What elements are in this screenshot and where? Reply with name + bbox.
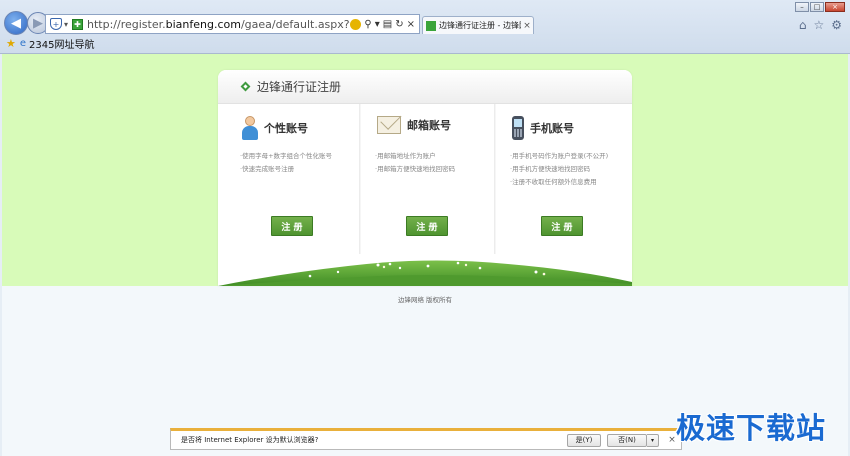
- address-url[interactable]: http://register.bianfeng.com/gaea/defaul…: [87, 18, 350, 31]
- chevron-down-icon[interactable]: ▾: [64, 20, 68, 29]
- page-viewport: 边锋通行证注册 个性账号 ·使用字母+数字组合个性化账号 ·快速完成账号注册 注…: [2, 54, 848, 456]
- window-controls: – □ ×: [795, 2, 845, 12]
- page-compat-icon[interactable]: ▤: [383, 19, 392, 30]
- tab-close-icon[interactable]: ×: [521, 21, 533, 31]
- chevron-down-icon[interactable]: ▾: [375, 19, 380, 30]
- option-description: ·用邮箱地址作为账户 ·用邮箱方便快速地找回密码: [375, 152, 456, 173]
- account-option-email: 邮箱账号 ·用邮箱地址作为账户 ·用邮箱方便快速地找回密码 注 册: [359, 104, 493, 254]
- address-bar[interactable]: + ▾ ✚ http://register.bianfeng.com/gaea/…: [45, 14, 420, 34]
- favorites-star-icon[interactable]: ☆: [813, 18, 824, 32]
- account-option-personal: 个性账号 ·使用字母+数字组合个性化账号 ·快速完成账号注册 注 册: [224, 104, 358, 254]
- mail-icon: [377, 116, 401, 134]
- panel-header: 边锋通行证注册: [218, 70, 632, 104]
- favorites-star-icon[interactable]: ★: [6, 37, 16, 50]
- minimize-button[interactable]: –: [795, 2, 809, 12]
- close-window-button[interactable]: ×: [825, 2, 845, 12]
- no-button[interactable]: 否(N): [607, 433, 647, 447]
- no-options-dropdown[interactable]: ▾: [647, 433, 659, 447]
- favorites-bar: ★ e 2345网址导航: [0, 35, 850, 52]
- ie-page-icon: e: [19, 38, 27, 49]
- browser-tab[interactable]: 边锋通行证注册 - 边锋网络 ×: [422, 16, 534, 34]
- option-description: ·用手机号码作为账户登录(不公开) ·用手机方便快速地找回密码 ·注册不收取任何…: [510, 152, 609, 186]
- option-title: 邮箱账号: [407, 119, 451, 132]
- browser-chrome: ◀ ▶ + ▾ ✚ http://register.bianfeng.com/g…: [0, 0, 850, 54]
- address-tools: ⚲ ▾ ▤ ↻ ×: [350, 18, 419, 30]
- tab-title: 边锋通行证注册 - 边锋网络: [439, 21, 521, 30]
- gear-icon[interactable]: ⚙: [831, 18, 842, 32]
- account-option-phone: 手机账号 ·用手机号码作为账户登录(不公开) ·用手机方便快速地找回密码 ·注册…: [494, 104, 628, 254]
- refresh-icon[interactable]: ↻: [395, 19, 403, 30]
- diamond-logo-icon: [240, 81, 251, 92]
- register-panel: 边锋通行证注册 个性账号 ·使用字母+数字组合个性化账号 ·快速完成账号注册 注…: [218, 70, 632, 286]
- person-icon: [242, 116, 258, 140]
- security-shield-icon[interactable]: +: [50, 18, 62, 30]
- register-personal-button[interactable]: 注 册: [271, 216, 313, 236]
- maximize-button[interactable]: □: [810, 2, 824, 12]
- phone-icon: [512, 116, 524, 140]
- toolbar-right-icons: ⌂ ☆ ⚙: [799, 18, 842, 32]
- tab-favicon-icon: [426, 20, 436, 31]
- arrow-right-icon: ▶: [33, 15, 43, 31]
- arrow-left-icon: ◀: [11, 15, 21, 31]
- yes-button[interactable]: 是(Y): [567, 433, 601, 447]
- option-title: 手机账号: [530, 122, 574, 135]
- home-icon[interactable]: ⌂: [799, 18, 807, 32]
- option-title: 个性账号: [264, 122, 308, 135]
- favorites-item-2345[interactable]: 2345网址导航: [29, 36, 94, 51]
- register-phone-button[interactable]: 注 册: [541, 216, 583, 236]
- default-browser-notification: 是否将 Internet Explorer 设为默认浏览器? 是(Y) 否(N)…: [170, 428, 682, 450]
- grass-hill-decoration: [218, 260, 632, 286]
- notification-text: 是否将 Internet Explorer 设为默认浏览器?: [181, 436, 319, 444]
- compat-view-icon[interactable]: [350, 18, 362, 30]
- site-favicon-icon: ✚: [72, 18, 84, 30]
- window-border-left: [0, 54, 2, 456]
- watermark-logo: 极速下载站: [676, 411, 827, 445]
- page-footer: 边锋网络 版权所有: [397, 296, 453, 304]
- stop-icon[interactable]: ×: [407, 19, 415, 30]
- search-icon[interactable]: ⚲: [364, 19, 371, 30]
- register-email-button[interactable]: 注 册: [406, 216, 448, 236]
- panel-title: 边锋通行证注册: [257, 80, 342, 94]
- option-description: ·使用字母+数字组合个性化账号 ·快速完成账号注册: [240, 152, 333, 173]
- back-button[interactable]: ◀: [4, 11, 28, 35]
